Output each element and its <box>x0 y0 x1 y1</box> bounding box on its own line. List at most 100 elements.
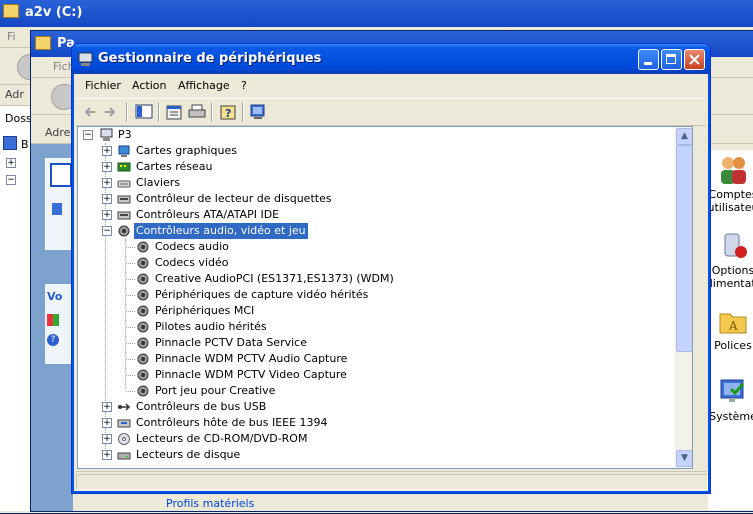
console-tree-icon[interactable] <box>134 102 154 122</box>
ieee1394-icon <box>117 419 131 428</box>
expand-icon[interactable]: + <box>102 402 112 412</box>
menu-bar: Fichier Action Affichage ? <box>76 75 706 97</box>
audio-icon <box>137 353 149 365</box>
tree-category[interactable]: + Contrôleur de lecteur de disquettes <box>78 191 678 207</box>
menu-fichier[interactable]: Fichier <box>85 79 121 92</box>
audio-icon <box>118 225 130 237</box>
device-manager-window: Gestionnaire de périphériques Fichier Ac… <box>71 43 711 494</box>
audio-icon <box>137 321 149 333</box>
menu-affichage[interactable]: Affichage <box>178 79 230 92</box>
print-icon[interactable] <box>187 102 207 122</box>
tree-category[interactable]: + Lecteurs de disque <box>78 447 678 463</box>
explorer-title: a2v (C:) <box>25 5 83 20</box>
expand-icon[interactable]: + <box>102 162 112 172</box>
device-manager-icon <box>78 52 93 66</box>
tree-category[interactable]: + Lecteurs de CD-ROM/DVD-ROM <box>78 431 678 447</box>
close-button[interactable] <box>684 49 705 70</box>
tree-category[interactable]: + Contrôleurs de bus USB <box>78 399 678 415</box>
explorer-titlebar[interactable]: a2v (C:) <box>0 0 753 27</box>
tree-line <box>126 375 135 377</box>
tree-device[interactable]: Pinnacle WDM PCTV Video Capture <box>78 367 678 383</box>
toolbar-separator <box>242 102 244 122</box>
windows-update-icon[interactable] <box>47 314 59 326</box>
expand-icon[interactable]: + <box>102 178 112 188</box>
scan-hardware-icon[interactable] <box>248 102 268 122</box>
device-manager-titlebar[interactable]: Gestionnaire de périphériques <box>72 44 710 74</box>
maximize-button[interactable] <box>661 49 682 70</box>
collapse-icon[interactable]: − <box>102 226 112 236</box>
expand-icon[interactable]: + <box>102 450 112 460</box>
tree-category[interactable]: + Cartes graphiques <box>78 143 678 159</box>
disk-drive-icon <box>117 452 131 460</box>
scroll-thumb[interactable] <box>676 145 692 352</box>
toolbar: ? <box>76 98 706 126</box>
svg-text:?: ? <box>225 107 231 120</box>
vertical-scrollbar[interactable]: ▲ ▼ <box>675 127 692 468</box>
window-title: Gestionnaire de périphériques <box>98 51 322 66</box>
tree-root-label[interactable]: B <box>21 138 29 151</box>
tree-device[interactable]: Pinnacle PCTV Data Service <box>78 335 678 351</box>
expand-icon[interactable]: + <box>102 418 112 428</box>
menu-action[interactable]: Action <box>132 79 166 92</box>
tree-line <box>126 247 135 249</box>
computer-icon <box>100 128 113 141</box>
help-icon[interactable]: ? <box>218 102 238 122</box>
tree-category[interactable]: + Cartes réseau <box>78 159 678 175</box>
audio-icon <box>137 369 149 381</box>
tree-category-label: Contrôleurs de bus USB <box>136 400 267 413</box>
tree-device[interactable]: Périphériques de capture vidéo hérités <box>78 287 678 303</box>
tree-device-label: Pinnacle PCTV Data Service <box>155 336 307 349</box>
back-arrow-icon[interactable] <box>80 102 100 122</box>
tree-category[interactable]: + Contrôleurs ATA/ATAPI IDE <box>78 207 678 223</box>
device-tree[interactable]: − P3 + Cartes graphiques + Cartes réseau + Cl… <box>77 126 693 469</box>
expand-icon[interactable]: + <box>102 434 112 444</box>
tree-device[interactable]: Pilotes audio hérités <box>78 319 678 335</box>
collapse-icon[interactable]: − <box>83 130 93 140</box>
control-panel-task-pane: Vo ? <box>31 144 75 511</box>
power-options-icon <box>717 230 749 262</box>
minimize-button[interactable] <box>638 49 659 70</box>
status-pane <box>76 474 708 490</box>
audio-icon <box>137 305 149 317</box>
folder-icon <box>3 4 19 18</box>
scroll-up-button[interactable]: ▲ <box>676 128 692 145</box>
ide-controller-icon <box>117 211 131 220</box>
tree-device[interactable]: Creative AudioPCI (ES1371,ES1373) (WDM) <box>78 271 678 287</box>
network-card-icon <box>117 162 131 172</box>
tree-category[interactable]: + Contrôleurs hôte de bus IEEE 1394 <box>78 415 678 431</box>
tree-category[interactable]: + Claviers <box>78 175 678 191</box>
tree-device-label: Codecs vidéo <box>155 256 229 269</box>
explorer-menu-file[interactable]: Fi <box>7 30 16 43</box>
tree-category-label: Lecteurs de CD-ROM/DVD-ROM <box>136 432 308 445</box>
properties-icon[interactable] <box>164 102 184 122</box>
tree-device-label: Pinnacle WDM PCTV Video Capture <box>155 368 347 381</box>
users-icon <box>717 154 749 186</box>
tree-category[interactable]: − Contrôleurs audio, vidéo et jeu <box>78 223 678 239</box>
expand-icon[interactable]: + <box>102 194 112 204</box>
toolbar-separator <box>211 102 213 122</box>
tree-device[interactable]: Codecs audio <box>78 239 678 255</box>
help-icon[interactable]: ? <box>47 334 59 346</box>
collapse-icon[interactable]: − <box>6 175 16 185</box>
toolbar-separator <box>158 102 160 122</box>
expand-icon[interactable]: + <box>6 158 16 168</box>
keyboard-icon <box>117 180 131 188</box>
svg-text:A: A <box>728 319 738 333</box>
tree-device[interactable]: Périphériques MCI <box>78 303 678 319</box>
toolbar-separator <box>126 102 128 122</box>
tree-root-label: P3 <box>118 128 132 141</box>
explorer-address-label: Adr <box>5 88 24 101</box>
menu-help[interactable]: ? <box>241 79 247 92</box>
forward-arrow-icon[interactable] <box>100 102 120 122</box>
switch-view-icon[interactable] <box>52 203 62 215</box>
tree-device[interactable]: Codecs vidéo <box>78 255 678 271</box>
audio-icon <box>137 241 149 253</box>
scroll-down-button[interactable]: ▼ <box>676 450 692 467</box>
expand-icon[interactable]: + <box>102 210 112 220</box>
tree-device-label: Périphériques MCI <box>155 304 255 317</box>
checklist-icon <box>50 163 72 187</box>
tree-root[interactable]: − P3 <box>78 127 678 143</box>
tree-device[interactable]: Port jeu pour Creative <box>78 383 678 399</box>
tree-device[interactable]: Pinnacle WDM PCTV Audio Capture <box>78 351 678 367</box>
expand-icon[interactable]: + <box>102 146 112 156</box>
